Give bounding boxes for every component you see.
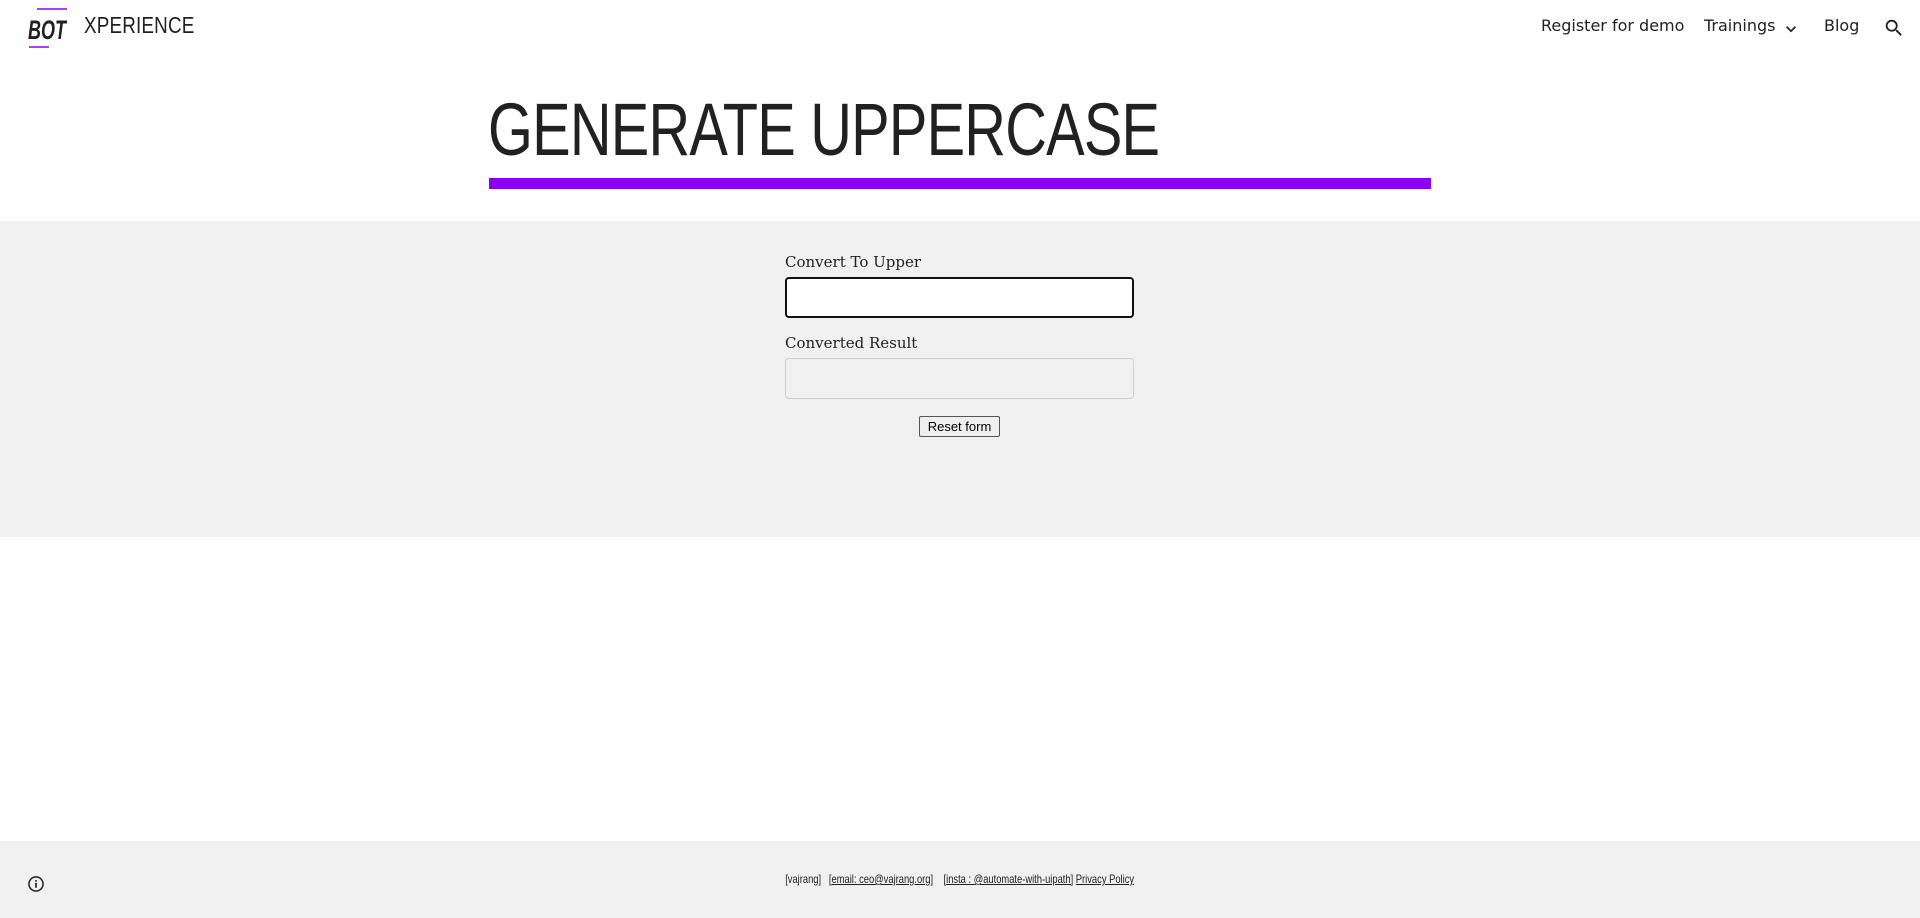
- converted-result-field[interactable]: [785, 358, 1134, 399]
- info-icon[interactable]: [26, 874, 46, 894]
- nav-trainings[interactable]: Trainings: [1704, 16, 1775, 40]
- svg-text:BOT: BOT: [28, 15, 68, 45]
- reset-form-button[interactable]: Reset form: [919, 416, 1000, 437]
- site-logo[interactable]: BOT: [27, 8, 69, 48]
- footer-text: [vajrang] [email: ceo@vajrang.org] [inst…: [0, 872, 1920, 886]
- footer-insta-link[interactable]: [insta : @automate-with-uipath]: [944, 872, 1074, 886]
- nav-register-for-demo[interactable]: Register for demo: [1541, 16, 1684, 40]
- chevron-down-icon[interactable]: [1781, 19, 1801, 39]
- page-title: GENERATE UPPERCASE: [488, 88, 1160, 171]
- title-accent-bar: [489, 178, 1431, 189]
- site-title[interactable]: XPERIENCE: [84, 12, 194, 39]
- convert-to-upper-input[interactable]: [785, 277, 1134, 318]
- footer-name: [vajrang]: [785, 872, 822, 886]
- search-icon[interactable]: [1883, 17, 1905, 39]
- nav-blog[interactable]: Blog: [1824, 16, 1859, 40]
- convert-to-upper-label: Convert To Upper: [785, 253, 922, 271]
- footer-email-link[interactable]: [email: ceo@vajrang.org]: [829, 872, 933, 886]
- site-header: BOT XPERIENCE Register for demo Training…: [0, 0, 1920, 56]
- converted-result-label: Converted Result: [785, 334, 918, 352]
- privacy-policy-link[interactable]: Privacy Policy: [1076, 872, 1134, 886]
